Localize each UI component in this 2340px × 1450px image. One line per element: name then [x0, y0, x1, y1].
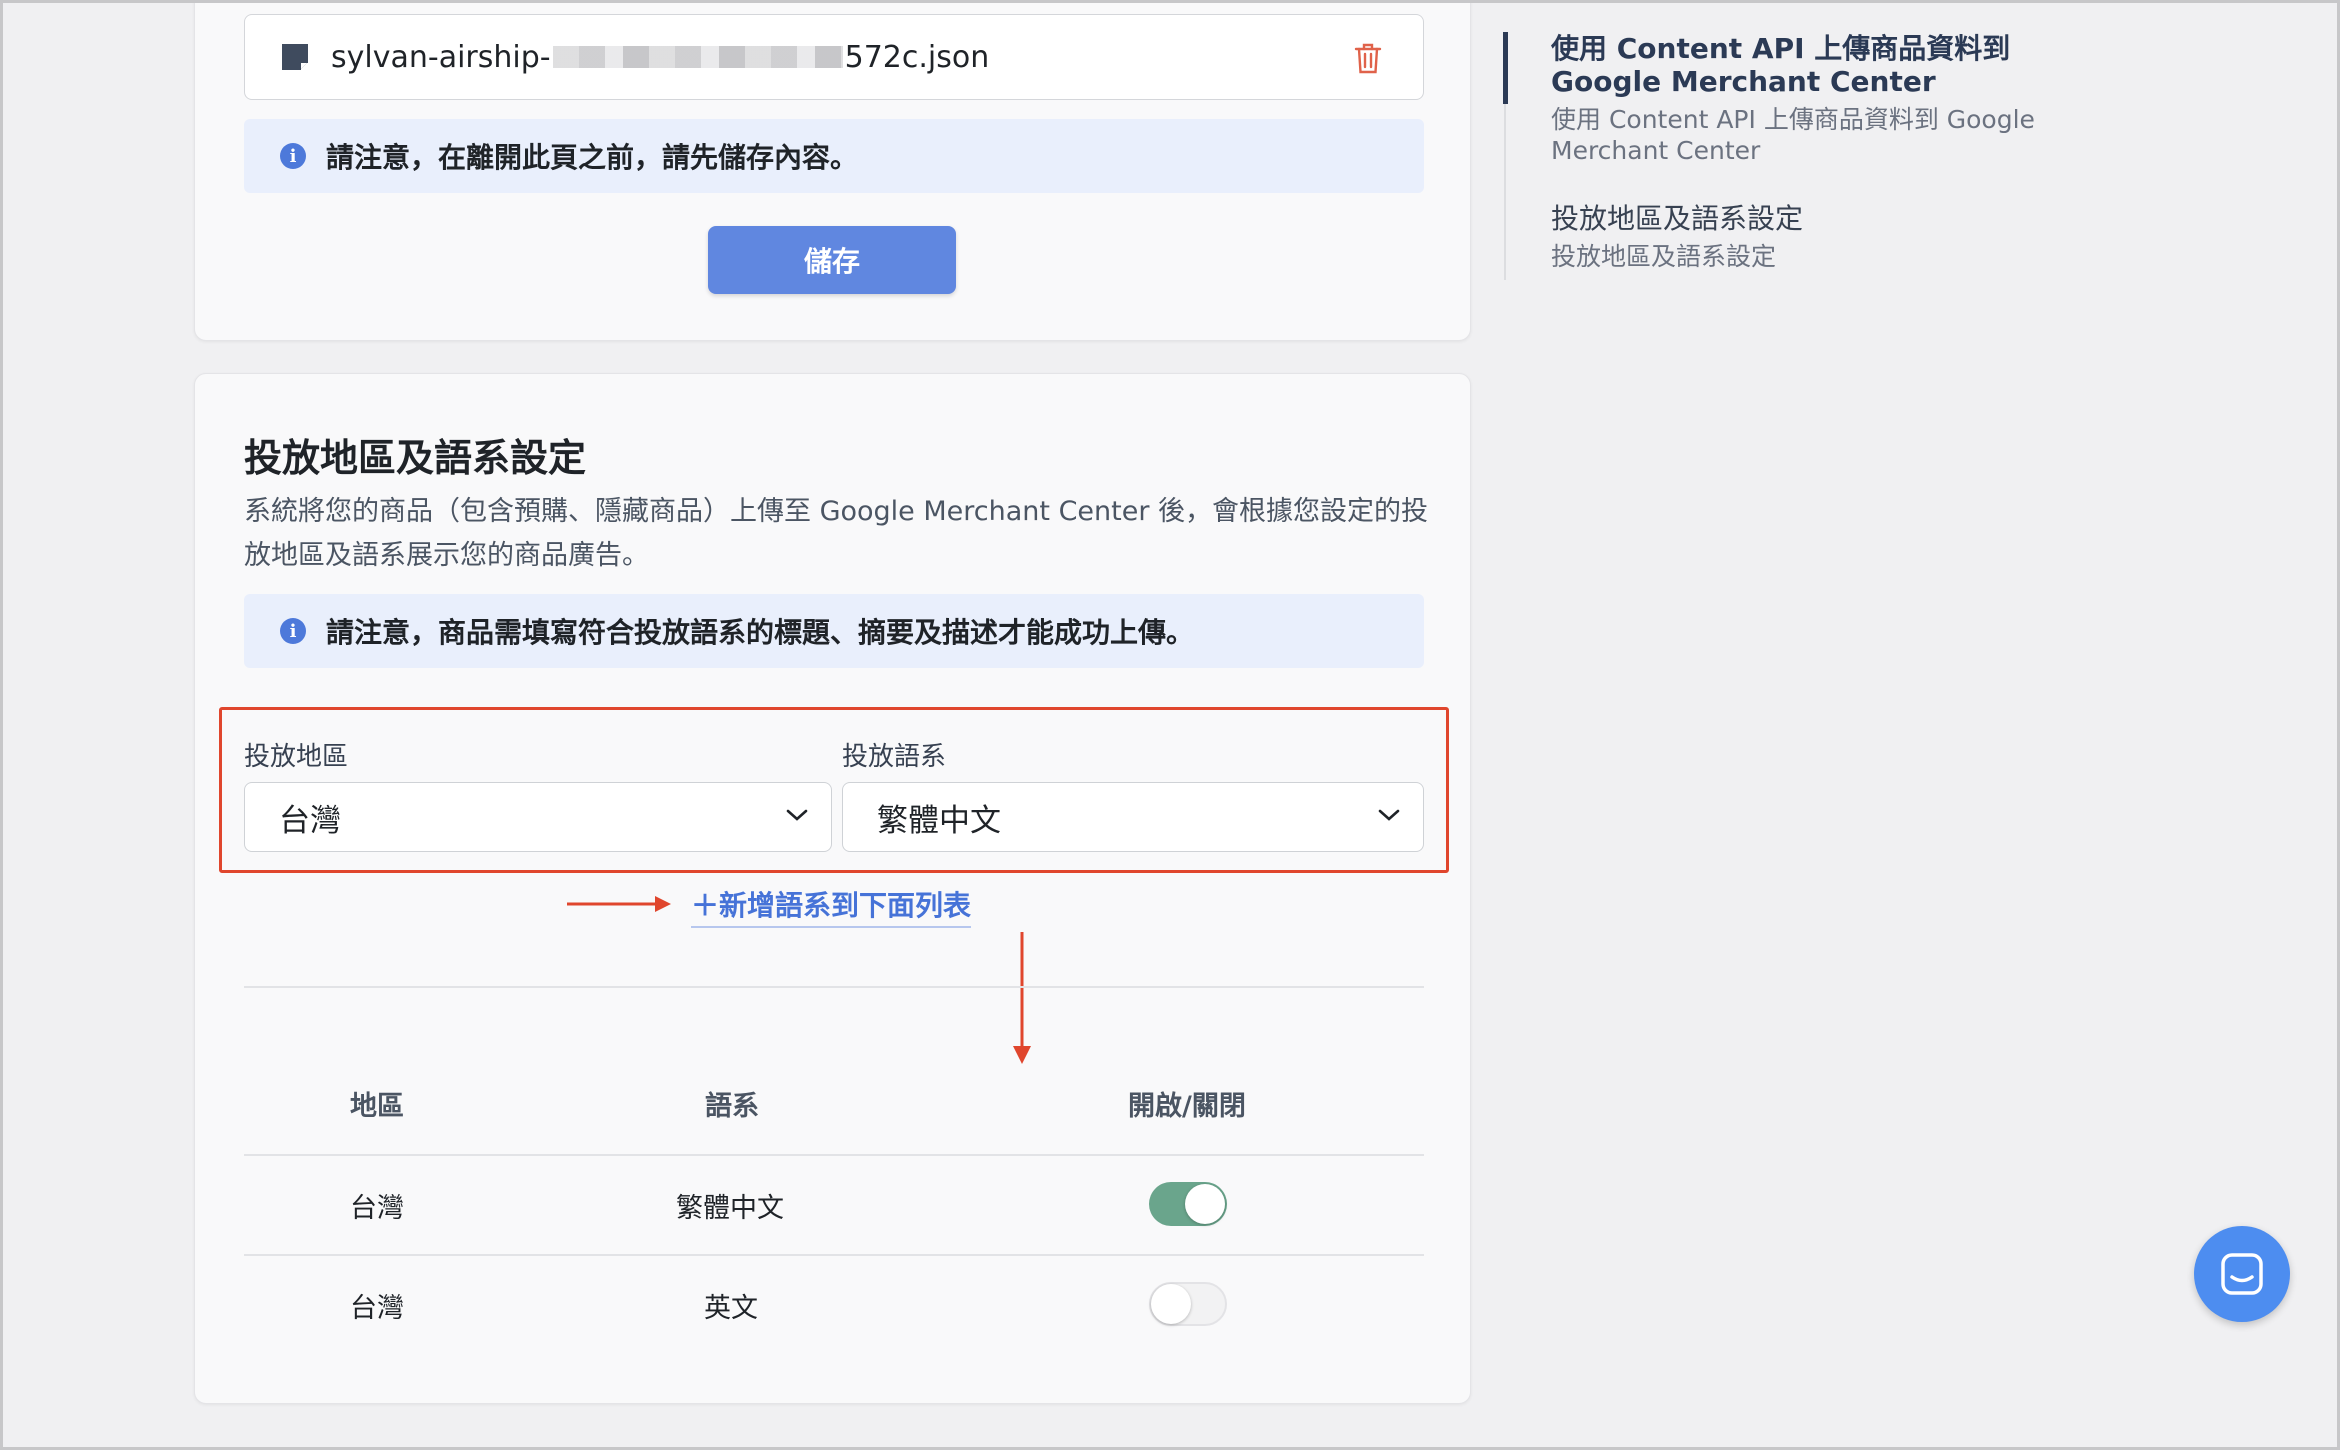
region-language-card: 投放地區及語系設定 系統將您的商品（包含預購、隱藏商品）上傳至 Google M…	[194, 373, 1471, 1404]
language-notice-text: 請注意，商品需填寫符合投放語系的標題、摘要及描述才能成功上傳。	[326, 616, 1195, 649]
language-notice: i 請注意，商品需填寫符合投放語系的標題、摘要及描述才能成功上傳。	[244, 594, 1424, 668]
toc-item-title: 投放地區及語系設定	[1551, 202, 1804, 235]
uploaded-file: sylvan-airship- 572c.json	[244, 14, 1424, 100]
toc-item-title: 使用 Content API 上傳商品資料到 Google Merchant C…	[1551, 32, 2011, 98]
toggle-knob	[1185, 1184, 1225, 1224]
redacted-text	[552, 46, 843, 68]
table-row-divider	[244, 1254, 1424, 1256]
toc-item-subtitle: 使用 Content API 上傳商品資料到 Google Merchant C…	[1551, 105, 2035, 165]
toc-active-indicator	[1503, 32, 1508, 104]
table-header-region: 地區	[350, 1091, 404, 1122]
file-icon	[282, 44, 308, 70]
section-title: 投放地區及語系設定	[244, 436, 587, 480]
table-header-language: 語系	[705, 1091, 759, 1122]
row-language: 繁體中文	[676, 1193, 784, 1224]
info-icon: i	[280, 618, 306, 644]
info-icon: i	[280, 143, 306, 169]
row-region: 台灣	[350, 1193, 404, 1224]
region-select-value: 台灣	[279, 802, 341, 839]
annotation-arrow-right	[567, 896, 671, 912]
toc-item-subtitle: 投放地區及語系設定	[1551, 242, 1777, 271]
annotation-arrow-down	[1013, 932, 1031, 1064]
region-select[interactable]: 台灣	[244, 782, 832, 852]
add-language-link[interactable]: ＋新增語系到下面列表	[691, 884, 972, 928]
language-label: 投放語系	[842, 742, 947, 772]
toc-item-content-api[interactable]: 使用 Content API 上傳商品資料到 Google Merchant C…	[1551, 32, 2111, 166]
language-select[interactable]: 繁體中文	[842, 782, 1424, 852]
upload-card: sylvan-airship- 572c.json i 請注意，在離開此頁之前，…	[194, 0, 1471, 341]
section-description: 系統將您的商品（包含預購、隱藏商品）上傳至 Google Merchant Ce…	[244, 496, 1429, 571]
row-enable-toggle[interactable]	[1149, 1182, 1227, 1226]
file-name: sylvan-airship- 572c.json	[331, 37, 989, 77]
toc-item-region-language[interactable]: 投放地區及語系設定 投放地區及語系設定	[1551, 202, 2111, 272]
save-notice: i 請注意，在離開此頁之前，請先儲存內容。	[244, 119, 1424, 193]
chevron-down-icon	[786, 809, 808, 821]
trash-icon[interactable]	[1353, 41, 1383, 75]
row-language: 英文	[704, 1293, 758, 1324]
language-select-value: 繁體中文	[877, 802, 1001, 839]
toggle-knob	[1151, 1284, 1191, 1324]
chevron-down-icon	[1378, 809, 1400, 821]
chat-icon	[2221, 1253, 2263, 1295]
chat-button[interactable]	[2194, 1226, 2290, 1322]
divider	[244, 986, 1424, 988]
table-row-divider	[244, 1154, 1424, 1156]
file-name-suffix: 572c.json	[844, 39, 990, 75]
row-region: 台灣	[350, 1293, 404, 1324]
file-name-prefix: sylvan-airship-	[331, 39, 551, 75]
table-header-toggle: 開啟/關閉	[1128, 1091, 1246, 1122]
region-label: 投放地區	[244, 742, 349, 772]
row-enable-toggle[interactable]	[1149, 1282, 1227, 1326]
save-button[interactable]: 儲存	[708, 226, 956, 294]
save-notice-text: 請注意，在離開此頁之前，請先儲存內容。	[326, 141, 859, 174]
